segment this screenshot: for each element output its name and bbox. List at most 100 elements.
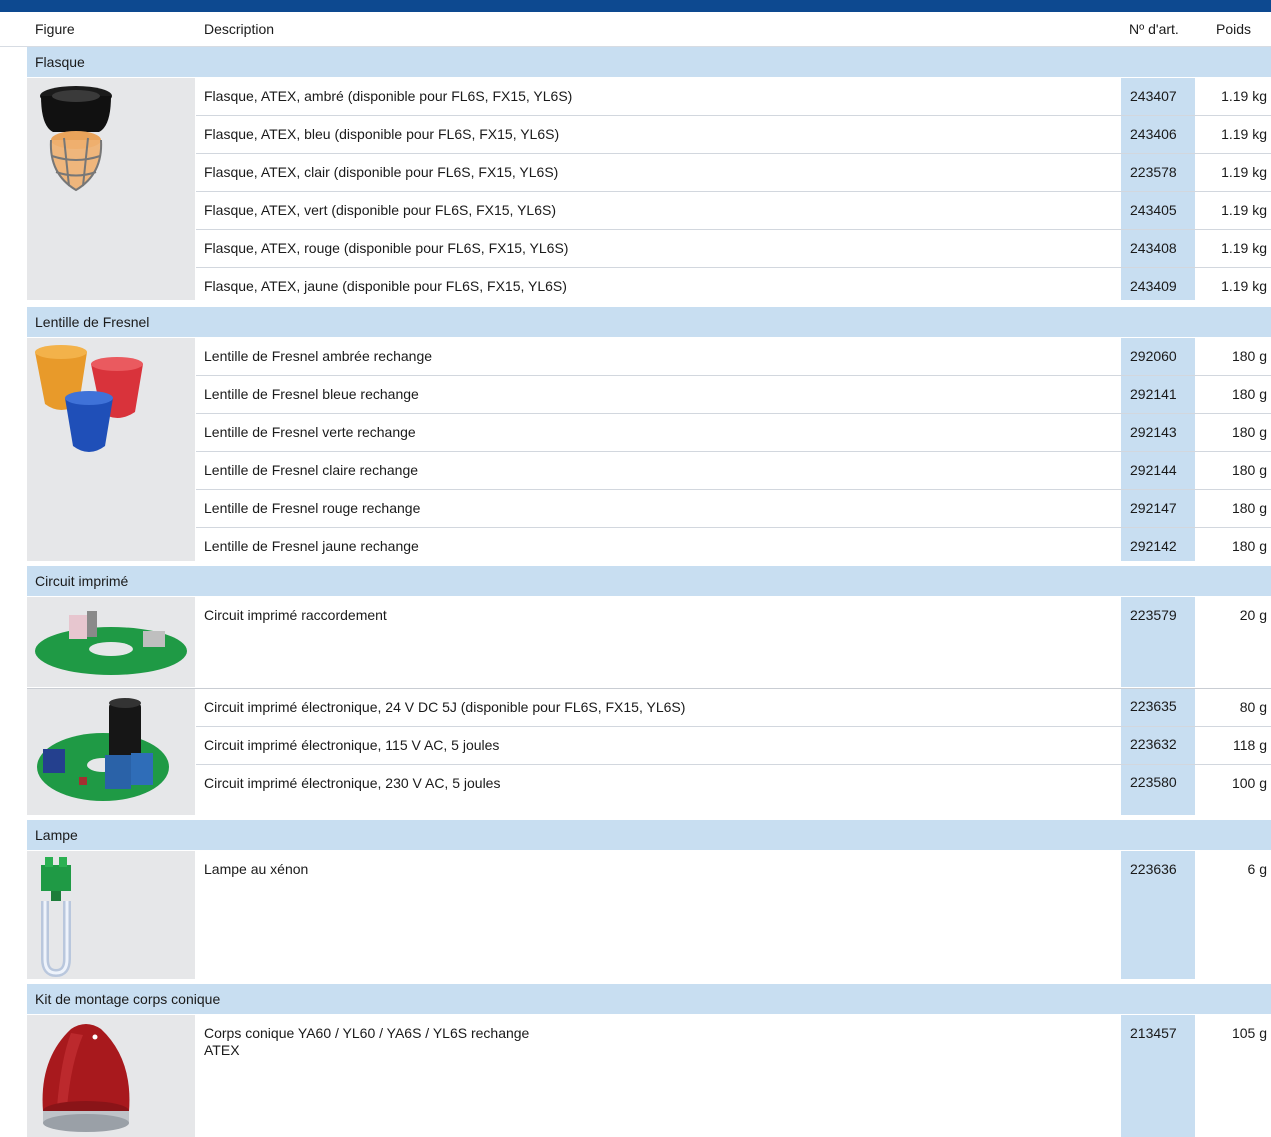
item-description: Lentille de Fresnel jaune rechange <box>204 538 419 554</box>
category-title: Circuit imprimé <box>35 573 129 589</box>
table-row: Lampe au xénon 6 g <box>196 851 1271 979</box>
item-description: Lentille de Fresnel verte rechange <box>204 424 416 440</box>
table-row: Lentille de Fresnel verte rechange 180 g <box>196 414 1271 451</box>
item-art-no: 223578 <box>1130 164 1177 180</box>
item-weight: 6 g <box>1247 861 1267 877</box>
category-corps-conique: Kit de montage corps conique <box>27 984 1271 1014</box>
item-description: Lampe au xénon <box>204 861 309 877</box>
table-row: Flasque, ATEX, bleu (disponible pour FL6… <box>196 116 1271 153</box>
item-description: Corps conique YA60 / YL60 / YA6S / YL6S … <box>204 1025 530 1058</box>
table-row: Flasque, ATEX, rouge (disponible pour FL… <box>196 230 1271 267</box>
item-art-no: 243407 <box>1130 88 1177 104</box>
item-art-no: 292144 <box>1130 462 1177 478</box>
figure-pcb-electronic <box>27 689 195 815</box>
item-art-no: 292142 <box>1130 538 1177 554</box>
item-description: Circuit imprimé électronique, 115 V AC, … <box>204 737 500 753</box>
table-row: Flasque, ATEX, ambré (disponible pour FL… <box>196 78 1271 115</box>
item-weight: 180 g <box>1231 538 1267 554</box>
top-bar <box>0 0 1271 12</box>
header-description: Description <box>204 21 275 37</box>
item-description: Circuit imprimé électronique, 24 V DC 5J… <box>204 699 686 715</box>
table-row: Lentille de Fresnel jaune rechange 180 g <box>196 528 1271 561</box>
item-art-no: 243409 <box>1130 278 1177 294</box>
figure-fresnel <box>27 338 195 561</box>
category-circuit: Circuit imprimé <box>27 566 1271 596</box>
item-weight: 1.19 kg <box>1221 202 1267 218</box>
item-description: Flasque, ATEX, rouge (disponible pour FL… <box>204 240 569 256</box>
item-description: Flasque, ATEX, vert (disponible pour FL6… <box>204 202 556 218</box>
item-weight: 105 g <box>1231 1025 1267 1041</box>
item-art-no: 292143 <box>1130 424 1177 440</box>
item-art-no: 243405 <box>1130 202 1177 218</box>
item-weight: 180 g <box>1231 386 1267 402</box>
item-description: Circuit imprimé raccordement <box>204 607 387 623</box>
item-description: Flasque, ATEX, ambré (disponible pour FL… <box>204 88 573 104</box>
category-fresnel: Lentille de Fresnel <box>27 307 1271 337</box>
figure-pcb-connection <box>27 597 195 687</box>
header-art-no: Nº d'art. <box>1129 21 1179 37</box>
table-row: Circuit imprimé raccordement 20 g <box>196 597 1271 687</box>
item-weight: 20 g <box>1239 607 1267 623</box>
item-art-no: 223635 <box>1130 698 1177 714</box>
item-weight: 1.19 kg <box>1221 126 1267 142</box>
table-row: Circuit imprimé électronique, 230 V AC, … <box>196 765 1271 815</box>
item-art-no: 223632 <box>1130 736 1177 752</box>
pcb-connection-icon <box>35 611 187 675</box>
item-weight: 180 g <box>1231 500 1267 516</box>
item-weight: 100 g <box>1231 775 1267 791</box>
item-description: Lentille de Fresnel bleue rechange <box>204 386 419 402</box>
table-row: Circuit imprimé électronique, 115 V AC, … <box>196 727 1271 764</box>
item-description: Lentille de Fresnel claire rechange <box>204 462 419 478</box>
item-art-no: 223636 <box>1130 861 1177 877</box>
item-weight: 180 g <box>1231 348 1267 364</box>
table-row: Lentille de Fresnel claire rechange 180 … <box>196 452 1271 489</box>
figure-flasque <box>27 78 195 300</box>
header-figure: Figure <box>35 21 75 37</box>
figure-corps-conique <box>27 1015 195 1137</box>
item-weight: 80 g <box>1239 699 1267 715</box>
figure-lampe <box>27 851 195 979</box>
table-row: Lentille de Fresnel ambrée rechange 180 … <box>196 338 1271 375</box>
item-art-no: 213457 <box>1130 1025 1177 1041</box>
category-lampe: Lampe <box>27 820 1271 850</box>
table-row: Flasque, ATEX, jaune (disponible pour FL… <box>196 268 1271 300</box>
item-weight: 1.19 kg <box>1221 240 1267 256</box>
item-description: Flasque, ATEX, bleu (disponible pour FL6… <box>204 126 560 142</box>
item-art-no: 292141 <box>1130 386 1177 402</box>
item-weight: 118 g <box>1233 737 1267 753</box>
category-title: Kit de montage corps conique <box>35 991 221 1007</box>
table-row: Circuit imprimé électronique, 24 V DC 5J… <box>196 689 1271 726</box>
item-description: Circuit imprimé électronique, 230 V AC, … <box>204 775 501 791</box>
header-weight: Poids <box>1216 21 1252 37</box>
category-title: Flasque <box>35 54 85 70</box>
item-description: Flasque, ATEX, clair (disponible pour FL… <box>204 164 559 180</box>
item-description: Lentille de Fresnel ambrée rechange <box>204 348 433 364</box>
table-row: Flasque, ATEX, vert (disponible pour FL6… <box>196 192 1271 229</box>
item-art-no: 223579 <box>1130 607 1177 623</box>
category-title: Lentille de Fresnel <box>35 314 150 330</box>
item-art-no: 243406 <box>1130 126 1177 142</box>
table-row: Flasque, ATEX, clair (disponible pour FL… <box>196 154 1271 191</box>
table-header: Figure Description Nº d'art. Poids <box>0 12 1271 47</box>
category-flasque: Flasque <box>27 47 1271 77</box>
table-row: Lentille de Fresnel rouge rechange 180 g <box>196 490 1271 527</box>
flasque-dome-icon <box>40 86 112 192</box>
item-art-no: 243408 <box>1130 240 1177 256</box>
item-weight: 1.19 kg <box>1221 278 1267 294</box>
item-weight: 1.19 kg <box>1221 164 1267 180</box>
item-art-no: 223580 <box>1130 774 1177 790</box>
table-row: Corps conique YA60 / YL60 / YA6S / YL6S … <box>196 1015 1271 1137</box>
item-description: Lentille de Fresnel rouge rechange <box>204 500 421 516</box>
fresnel-lens-icon <box>35 345 143 452</box>
item-art-no: 292147 <box>1130 500 1177 516</box>
conical-body-icon <box>42 1024 130 1132</box>
item-weight: 180 g <box>1231 462 1267 478</box>
item-weight: 1.19 kg <box>1221 88 1267 104</box>
pcb-electronic-icon <box>37 698 169 801</box>
item-weight: 180 g <box>1231 424 1267 440</box>
xenon-lamp-icon <box>41 857 71 978</box>
table-row: Lentille de Fresnel bleue rechange 180 g <box>196 376 1271 413</box>
category-title: Lampe <box>35 827 78 843</box>
item-art-no: 292060 <box>1130 348 1177 364</box>
item-description: Flasque, ATEX, jaune (disponible pour FL… <box>204 278 567 294</box>
